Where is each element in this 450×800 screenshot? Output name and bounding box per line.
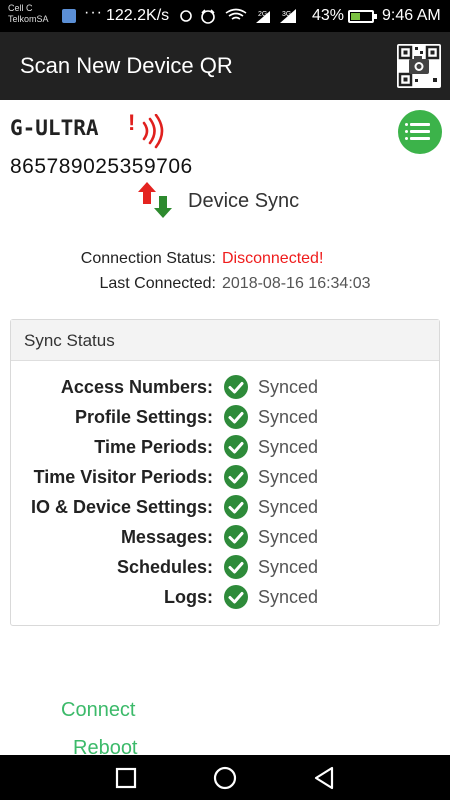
sync-arrows-icon xyxy=(138,182,172,218)
sync-row-value: Synced xyxy=(258,437,319,457)
navigation-bar xyxy=(0,755,450,800)
check-circle-icon xyxy=(224,465,248,489)
connection-status-label: Connection Status: xyxy=(80,250,216,267)
sync-row-value: Synced xyxy=(258,377,319,397)
sync-row-logs: Logs: Synced xyxy=(11,582,439,612)
sync-status-list: Access Numbers: Synced Profile Settings:… xyxy=(11,361,439,625)
more-notifications-icon: ··· xyxy=(84,4,103,21)
check-circle-icon xyxy=(224,405,248,429)
sync-row-value: Synced xyxy=(258,497,319,517)
screen: Cell C TelkomSA ··· 122.2K/s 2G 3G 43% 9… xyxy=(0,0,450,800)
app-notification-icon xyxy=(62,9,76,23)
device-id: 865789025359706 xyxy=(10,155,193,178)
sync-row-value: Synced xyxy=(258,587,319,607)
sync-status-header: Sync Status xyxy=(11,320,439,361)
clock: 9:46 AM xyxy=(382,7,441,24)
status-icons: 2G 3G xyxy=(178,7,308,29)
sync-row-label: IO & Device Settings: xyxy=(30,497,213,517)
system-status-icons: 2G 3G xyxy=(180,8,296,24)
recent-apps-button[interactable] xyxy=(113,765,139,791)
carrier-info: Cell C TelkomSA xyxy=(8,3,49,25)
carrier-name-1: Cell C xyxy=(8,3,33,13)
check-circle-icon xyxy=(224,585,248,609)
sync-row-profile-settings: Profile Settings: Synced xyxy=(11,402,439,432)
svg-text:3G: 3G xyxy=(282,11,291,18)
battery-icon xyxy=(348,10,377,23)
battery-percent: 43% xyxy=(312,7,345,24)
menu-line-icon xyxy=(405,123,430,126)
connection-status-value: Disconnected! xyxy=(222,250,324,267)
sync-row-value: Synced xyxy=(258,467,319,487)
sync-row-time-visitor-periods: Time Visitor Periods: Synced xyxy=(11,462,439,492)
sync-row-label: Messages: xyxy=(120,527,213,547)
sync-row-label: Time Periods: xyxy=(94,437,213,457)
nfc-icon xyxy=(180,10,192,22)
menu-button[interactable] xyxy=(398,110,442,154)
menu-line-icon xyxy=(405,137,430,140)
logo-mark: ! xyxy=(128,110,136,135)
sync-row-label: Access Numbers: xyxy=(60,377,213,397)
alarm-icon xyxy=(201,10,215,24)
sync-row-messages: Messages: Synced xyxy=(11,522,439,552)
sync-row-label: Schedules: xyxy=(116,557,213,577)
last-connected-value: 2018-08-16 16:34:03 xyxy=(222,275,371,292)
battery-level xyxy=(351,13,360,20)
home-button[interactable] xyxy=(212,765,238,791)
sync-status-panel: Sync Status Access Numbers: Synced Profi… xyxy=(10,319,440,626)
sync-row-schedules: Schedules: Synced xyxy=(11,552,439,582)
check-circle-icon xyxy=(224,525,248,549)
check-circle-icon xyxy=(224,495,248,519)
sync-row-access-numbers: Access Numbers: Synced xyxy=(11,372,439,402)
qr-code-scan-icon xyxy=(398,45,440,87)
check-circle-icon xyxy=(224,555,248,579)
sync-row-label: Profile Settings: xyxy=(74,407,213,427)
app-bar: Scan New Device QR xyxy=(0,32,450,100)
carrier-name-2: TelkomSA xyxy=(8,14,49,24)
check-circle-icon xyxy=(224,435,248,459)
last-connected-label: Last Connected: xyxy=(99,275,216,292)
svg-text:2G: 2G xyxy=(258,11,267,18)
wifi-icon xyxy=(225,8,247,20)
qr-code-scan-button[interactable] xyxy=(397,44,441,88)
sync-row-label: Logs: xyxy=(164,587,213,607)
logo-text: G-ULTRA xyxy=(10,116,99,140)
sync-row-time-periods: Time Periods: Synced xyxy=(11,432,439,462)
sync-row-io-device-settings: IO & Device Settings: Synced xyxy=(11,492,439,522)
status-bar: Cell C TelkomSA ··· 122.2K/s 2G 3G 43% 9… xyxy=(0,0,450,32)
last-connected-row: Last Connected: 2018-08-16 16:34:03 xyxy=(0,275,450,295)
g-ultra-logo: G-ULTRA ! xyxy=(10,110,170,149)
sync-row-value: Synced xyxy=(258,407,319,427)
sync-row-label: Time Visitor Periods: xyxy=(33,467,213,487)
sync-row-value: Synced xyxy=(258,557,319,577)
sync-row-value: Synced xyxy=(258,527,319,547)
connect-button[interactable]: Connect xyxy=(61,699,136,722)
device-sync-title: Device Sync xyxy=(188,190,300,212)
back-button[interactable] xyxy=(312,765,338,791)
connection-status-row: Connection Status: Disconnected! xyxy=(0,250,450,270)
network-speed: 122.2K/s xyxy=(106,7,170,24)
menu-line-icon xyxy=(405,130,430,133)
signal-waves-icon xyxy=(142,114,164,149)
check-circle-icon xyxy=(224,375,248,399)
app-title: Scan New Device QR xyxy=(20,53,233,78)
